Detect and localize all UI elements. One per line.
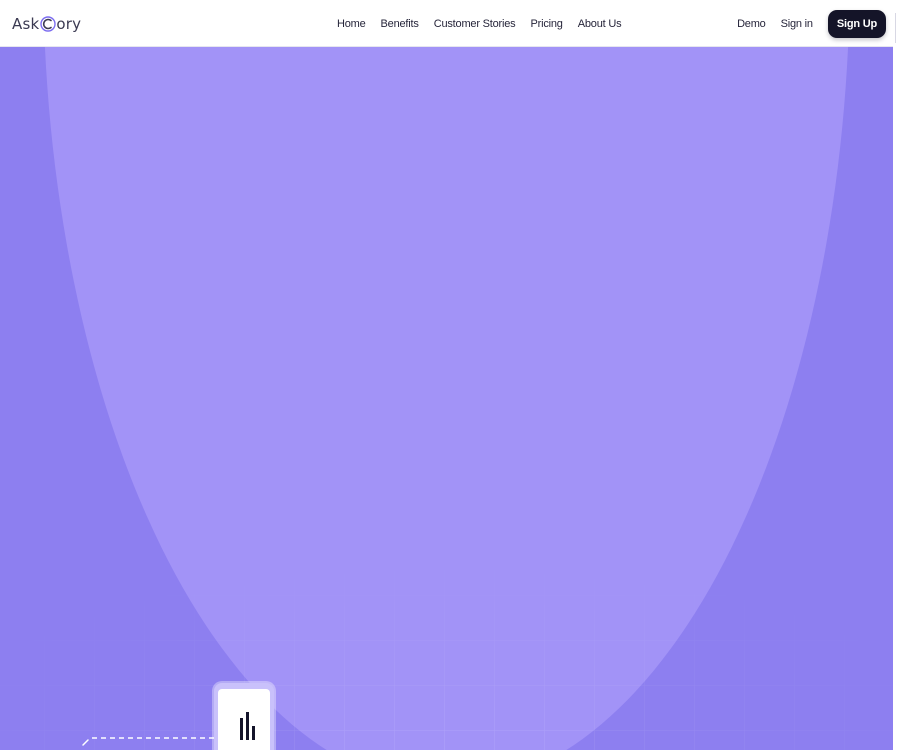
scrollbar-thumb[interactable] (895, 13, 896, 43)
demo-link[interactable]: Demo (737, 18, 766, 30)
logo-mark-icon (40, 14, 57, 34)
chart-device-screen (218, 689, 270, 750)
hero-section (0, 47, 893, 750)
nav-pricing[interactable]: Pricing (530, 18, 562, 30)
nav-benefits[interactable]: Benefits (381, 18, 419, 30)
brand-logo[interactable]: Ask ory (12, 11, 81, 37)
hero-grid-pattern (0, 47, 893, 750)
auth-nav: Demo Sign in Sign Up (737, 0, 886, 47)
page: Ask ory Home Benefits Customer Stories P… (0, 0, 900, 750)
brand-name-part2: ory (56, 15, 82, 33)
main-nav: Home Benefits Customer Stories Pricing A… (337, 0, 636, 47)
bar-chart-icon (240, 712, 255, 740)
chart-device-card (214, 683, 274, 750)
nav-about-us[interactable]: About Us (578, 18, 622, 30)
sign-in-link[interactable]: Sign in (781, 18, 813, 30)
dashed-connector-line (82, 737, 214, 746)
nav-home[interactable]: Home (337, 18, 366, 30)
top-navbar: Ask ory Home Benefits Customer Stories P… (0, 0, 893, 47)
sign-up-button[interactable]: Sign Up (827, 9, 886, 38)
scrollbar-track[interactable] (893, 0, 900, 750)
nav-customer-stories[interactable]: Customer Stories (434, 18, 516, 30)
brand-name-part1: Ask (12, 15, 40, 33)
